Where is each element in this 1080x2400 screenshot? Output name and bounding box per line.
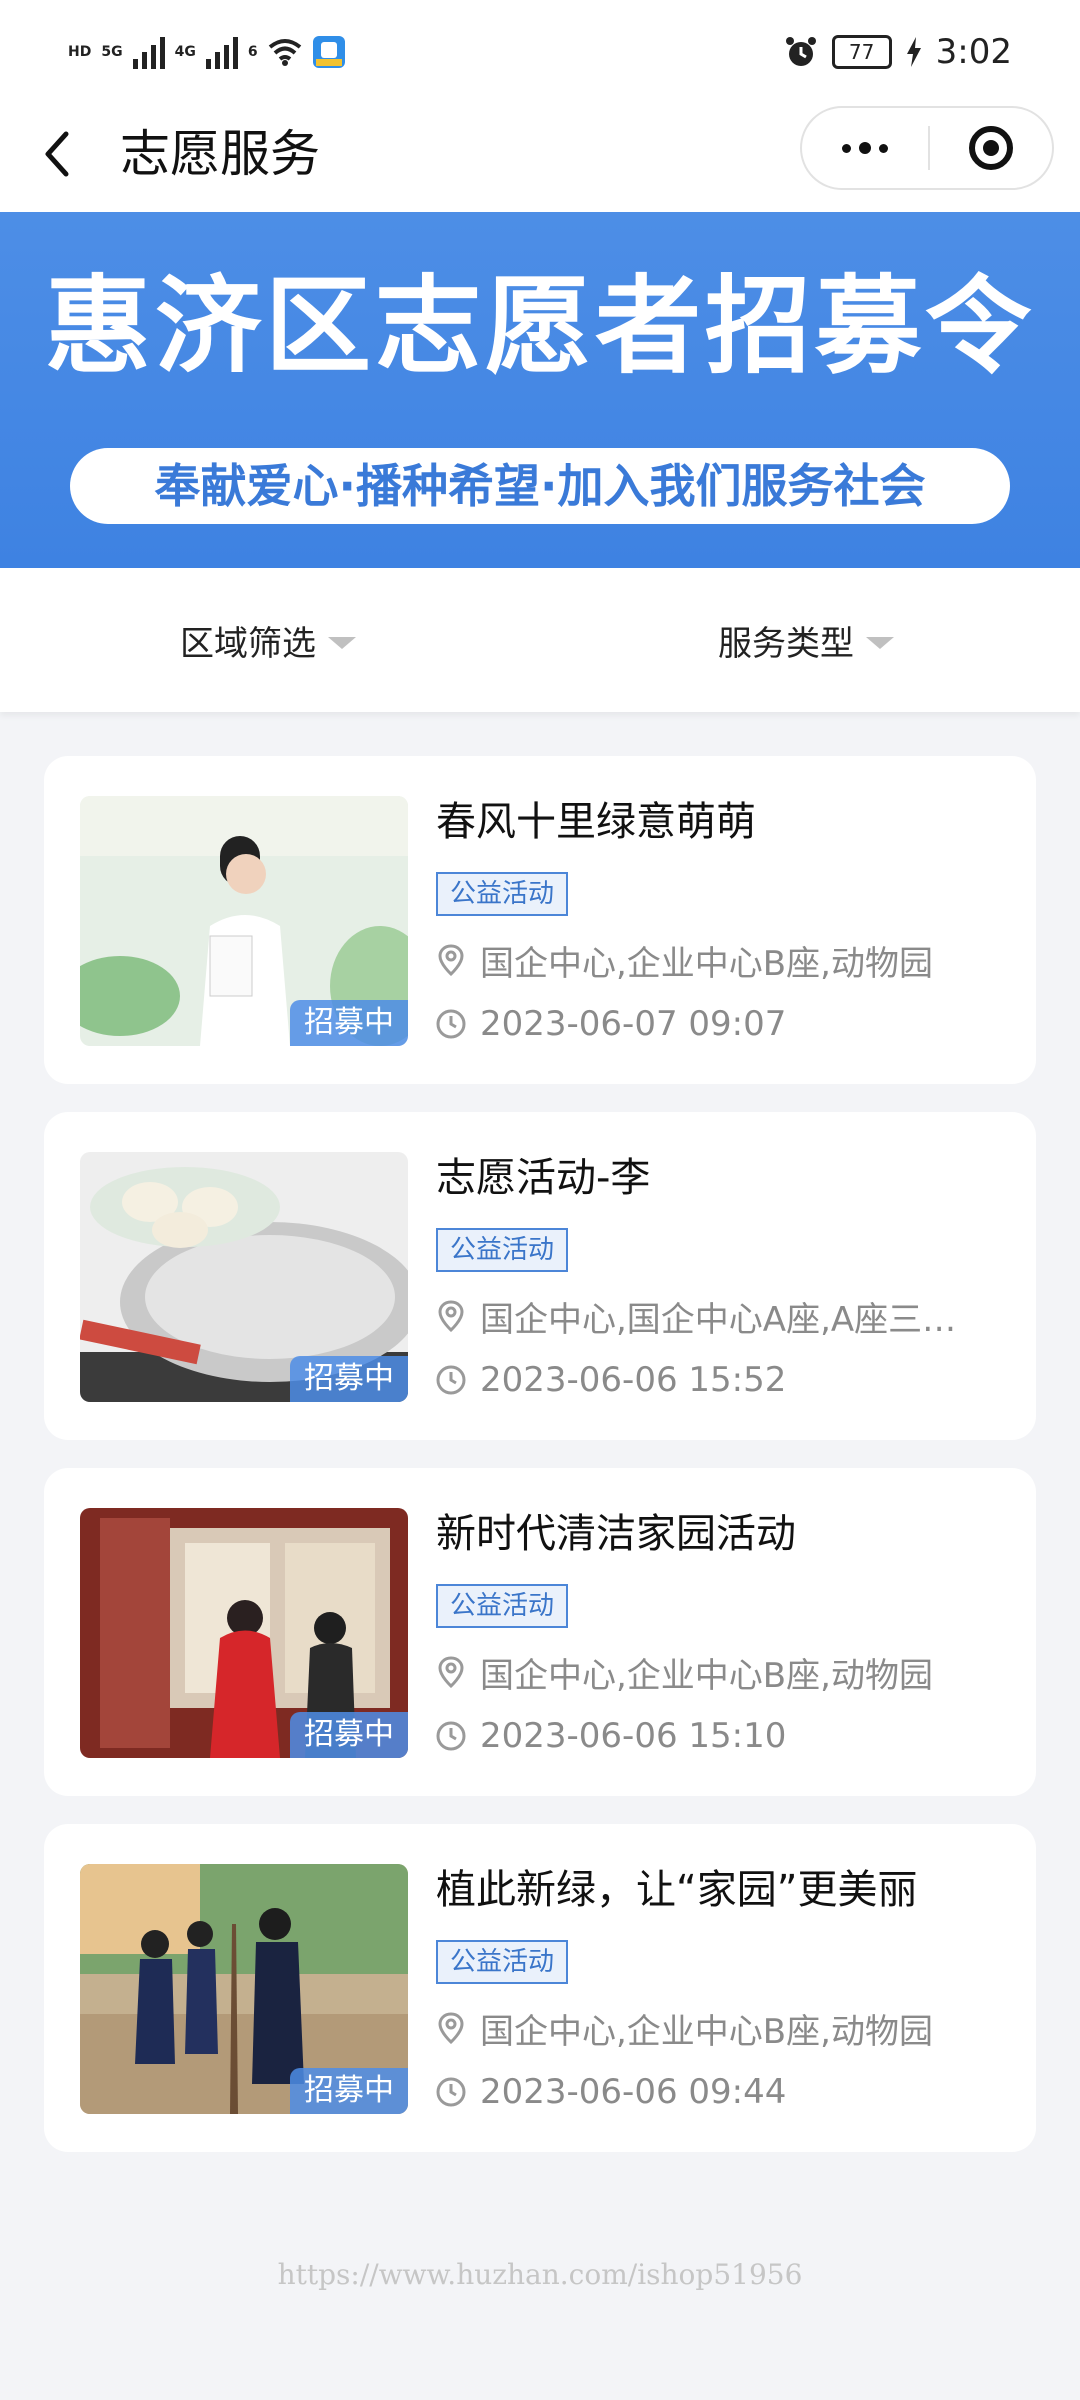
category-tag: 公益活动	[436, 1940, 569, 1984]
location-text: 国企中心,企业中心B座,动物园	[480, 2011, 933, 2052]
activity-title: 春风十里绿意萌萌	[436, 799, 756, 845]
app-notification-icon	[312, 36, 345, 68]
dropdown-arrow-icon	[866, 637, 894, 649]
activity-title: 新时代清洁家园活动	[436, 1511, 796, 1557]
network-5g-label: 5G	[101, 44, 123, 60]
banner-subtitle: 奉献爱心·播种希望·加入我们服务社会	[70, 448, 1010, 524]
recruiting-badge: 招募中	[290, 1356, 408, 1402]
activity-thumbnail: 招募中	[80, 1864, 408, 2114]
time-row: 2023-06-06 15:52	[434, 1356, 786, 1404]
time-row: 2023-06-07 09:07	[434, 1000, 786, 1048]
activity-card[interactable]: 招募中 植此新绿，让“家园”更美丽 公益活动 国企中心,企业中心B座,动物园 2…	[44, 1824, 1036, 2152]
alarm-icon	[785, 37, 816, 66]
target-icon	[969, 126, 1013, 170]
clock-icon	[436, 1721, 466, 1751]
signal-icon-2	[205, 35, 238, 69]
status-right: 77 3:02	[784, 28, 1012, 76]
network-4g-label: 4G	[174, 44, 196, 60]
page-title: 志愿服务	[120, 125, 320, 183]
time-row: 2023-06-06 15:10	[434, 1712, 786, 1760]
time-text: 2023-06-07 09:07	[480, 1004, 787, 1044]
location-row: 国企中心,企业中心B座,动物园	[434, 1648, 933, 1696]
activity-thumbnail: 招募中	[80, 1152, 408, 1402]
charging-icon	[906, 37, 921, 67]
location-row: 国企中心,企业中心B座,动物园	[434, 936, 933, 984]
recruiting-badge: 招募中	[290, 1000, 408, 1046]
nav-bar: 志愿服务	[0, 100, 1080, 212]
location-pin-icon	[438, 944, 464, 977]
clock-icon	[436, 1365, 466, 1395]
location-text: 国企中心,企业中心B座,动物园	[480, 1655, 933, 1696]
recruiting-badge: 招募中	[290, 2068, 408, 2114]
location-text: 国企中心,企业中心B座,动物园	[480, 943, 933, 984]
activity-title: 志愿活动-李	[436, 1155, 651, 1201]
area-filter-label: 区域筛选	[180, 623, 316, 664]
location-pin-icon	[438, 2012, 464, 2045]
hd-indicator: HD	[68, 44, 92, 60]
wifi-superscript: 6	[247, 44, 258, 60]
time-text: 2023-06-06 09:44	[480, 2072, 787, 2112]
clock-icon	[436, 2077, 466, 2107]
recruiting-badge: 招募中	[290, 1712, 408, 1758]
activity-card[interactable]: 招募中 志愿活动-李 公益活动 国企中心,国企中心A座,A座三… 2023-06…	[44, 1112, 1036, 1440]
location-pin-icon	[438, 1300, 464, 1333]
more-dot-icon	[859, 142, 871, 154]
activity-thumbnail: 招募中	[80, 796, 408, 1046]
service-type-label: 服务类型	[718, 623, 854, 664]
filter-bar: 区域筛选 服务类型	[0, 568, 1080, 712]
more-dot-icon	[842, 143, 851, 153]
battery-indicator: 77	[831, 35, 892, 69]
close-mini-program-button[interactable]	[930, 108, 1052, 188]
dropdown-arrow-icon	[328, 637, 356, 649]
time-row: 2023-06-06 09:44	[434, 2068, 786, 2116]
category-tag: 公益活动	[436, 872, 569, 916]
activity-title: 植此新绿，让“家园”更美丽	[436, 1867, 918, 1913]
category-tag: 公益活动	[436, 1584, 569, 1628]
back-icon[interactable]	[38, 124, 78, 184]
status-left: HD 5G 4G 6	[68, 24, 346, 80]
more-options-button[interactable]	[802, 108, 928, 188]
time-text: 2023-06-06 15:10	[480, 1716, 787, 1756]
location-text: 国企中心,国企中心A座,A座三…	[480, 1299, 957, 1340]
status-bar: HD 5G 4G 6 77 3:02	[0, 0, 1080, 100]
watermark-text: https://www.huzhan.com/ishop51956	[277, 2258, 803, 2291]
wifi-icon	[268, 39, 301, 66]
mini-program-capsule	[800, 106, 1054, 190]
location-row: 国企中心,国企中心A座,A座三…	[434, 1292, 956, 1340]
more-dot-icon	[879, 143, 888, 153]
activity-thumbnail: 招募中	[80, 1508, 408, 1758]
recruitment-banner[interactable]: 惠济区志愿者招募令 奉献爱心·播种希望·加入我们服务社会	[0, 212, 1080, 568]
location-row: 国企中心,企业中心B座,动物园	[434, 2004, 933, 2052]
signal-icon	[132, 35, 165, 69]
service-type-dropdown[interactable]: 服务类型	[718, 612, 894, 668]
clock-icon	[436, 1009, 466, 1039]
category-tag: 公益活动	[436, 1228, 569, 1272]
activity-card[interactable]: 招募中 新时代清洁家园活动 公益活动 国企中心,企业中心B座,动物园 2023-…	[44, 1468, 1036, 1796]
clock: 3:02	[935, 32, 1012, 72]
activity-card[interactable]: 招募中 春风十里绿意萌萌 公益活动 国企中心,企业中心B座,动物园 2023-0…	[44, 756, 1036, 1084]
location-pin-icon	[438, 1656, 464, 1689]
time-text: 2023-06-06 15:52	[480, 1360, 787, 1400]
banner-title: 惠济区志愿者招募令	[45, 265, 1035, 388]
area-filter-dropdown[interactable]: 区域筛选	[180, 612, 356, 668]
